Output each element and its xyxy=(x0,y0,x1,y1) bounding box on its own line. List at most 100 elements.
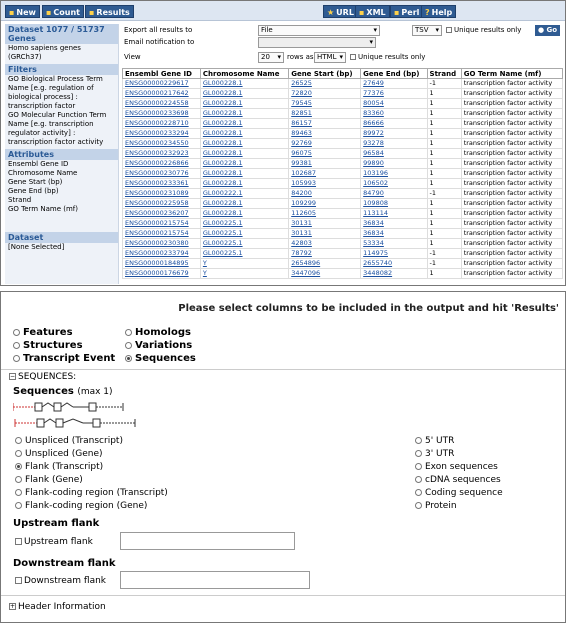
dataset-name[interactable]: Homo sapiens genes (GRCh37) xyxy=(5,44,118,62)
gene-end-cell[interactable]: 36834 xyxy=(360,218,428,229)
gene-start-cell[interactable]: 89463 xyxy=(288,128,362,139)
chromosome-cell[interactable]: GL000228.1 xyxy=(199,78,290,89)
gene-end-cell[interactable]: 114975 xyxy=(360,248,428,259)
perl-button[interactable]: ▪ Perl xyxy=(390,5,424,18)
gene-start-cell[interactable]: 84200 xyxy=(288,188,362,199)
gene-id-cell[interactable]: ENSG00000224558 xyxy=(122,98,201,109)
gene-id-cell[interactable]: ENSG00000231089 xyxy=(122,188,201,199)
gene-end-cell[interactable]: 96584 xyxy=(360,148,428,159)
seq-option-flank-transcript[interactable]: Flank (Transcript) xyxy=(15,462,103,472)
chromosome-cell[interactable]: GL000228.1 xyxy=(199,88,290,99)
gene-start-cell[interactable]: 79545 xyxy=(288,98,362,109)
gene-end-cell[interactable]: 53334 xyxy=(360,238,428,249)
chromosome-cell[interactable]: GL000225.1 xyxy=(199,238,290,249)
unique-results-option-view[interactable]: Unique results only xyxy=(350,53,425,61)
chromosome-cell[interactable]: GL000228.1 xyxy=(199,138,290,149)
gene-end-cell[interactable]: 27649 xyxy=(360,78,428,89)
new-button[interactable]: ▪ New xyxy=(5,5,40,18)
results-button[interactable]: ▪ Results xyxy=(85,5,134,18)
unique-results-checkbox[interactable] xyxy=(446,27,452,33)
view-format-select[interactable]: HTML xyxy=(314,52,346,63)
gene-end-cell[interactable]: 80054 xyxy=(360,98,428,109)
chromosome-cell[interactable]: GL000228.1 xyxy=(199,168,290,179)
seq-option-flank-coding-gene[interactable]: Flank-coding region (Gene) xyxy=(15,501,147,511)
gene-start-cell[interactable]: 30131 xyxy=(288,218,362,229)
gene-start-cell[interactable]: 26525 xyxy=(288,78,362,89)
gene-end-cell[interactable]: 89972 xyxy=(360,128,428,139)
count-button[interactable]: ▪ Count xyxy=(42,5,85,18)
chromosome-cell[interactable]: GL000225.1 xyxy=(199,248,290,259)
chromosome-cell[interactable]: GL000228.1 xyxy=(199,128,290,139)
gene-end-cell[interactable]: 109808 xyxy=(360,198,428,209)
gene-id-cell[interactable]: ENSG00000230776 xyxy=(122,168,201,179)
radio-homologs[interactable] xyxy=(125,328,132,336)
gene-end-cell[interactable]: 77376 xyxy=(360,88,428,99)
gene-end-cell[interactable]: 84790 xyxy=(360,188,428,199)
attribute-item[interactable]: Strand xyxy=(5,196,118,205)
attribute-item[interactable]: Ensembl Gene ID xyxy=(5,160,118,169)
attribute-item[interactable]: Chromosome Name xyxy=(5,169,118,178)
gene-end-cell[interactable]: 106502 xyxy=(360,178,428,189)
chromosome-cell[interactable]: Y xyxy=(199,258,290,269)
gene-start-cell[interactable]: 78792 xyxy=(288,248,362,259)
attributes-header[interactable]: Attributes xyxy=(5,149,118,160)
radio-coding[interactable] xyxy=(415,489,422,496)
radio-unspliced-transcript[interactable] xyxy=(15,437,22,444)
radio-flank-coding-gene[interactable] xyxy=(15,502,22,509)
page-option-variations[interactable]: Variations xyxy=(125,340,192,351)
chromosome-cell[interactable]: GL000228.1 xyxy=(199,98,290,109)
gene-id-cell[interactable]: ENSG00000225958 xyxy=(122,198,201,209)
radio-exon[interactable] xyxy=(415,463,422,470)
gene-id-cell[interactable]: ENSG00000236207 xyxy=(122,208,201,219)
dataset2-value[interactable]: [None Selected] xyxy=(5,243,118,252)
seq-option-exon[interactable]: Exon sequences xyxy=(415,462,498,472)
export-destination-select[interactable]: File xyxy=(258,25,380,36)
gene-id-cell[interactable]: ENSG00000234550 xyxy=(122,138,201,149)
unique-results-checkbox-view[interactable] xyxy=(350,54,356,60)
upstream-flank-option[interactable]: Upstream flank xyxy=(15,537,93,547)
filter-item[interactable]: GO Biological Process Term Name [e.g. re… xyxy=(5,75,118,111)
radio-5utr[interactable] xyxy=(415,437,422,444)
gene-start-cell[interactable]: 42803 xyxy=(288,238,362,249)
gene-end-cell[interactable]: 3448082 xyxy=(360,268,428,279)
seq-option-3utr[interactable]: 3' UTR xyxy=(415,449,454,459)
chromosome-cell[interactable]: GL000228.1 xyxy=(199,158,290,169)
gene-end-cell[interactable]: 2655740 xyxy=(360,258,428,269)
chromosome-cell[interactable]: GL000228.1 xyxy=(199,108,290,119)
seq-option-5utr[interactable]: 5' UTR xyxy=(415,436,454,446)
dataset-header[interactable]: Dataset 1077 / 51737 Genes xyxy=(5,24,118,44)
gene-id-cell[interactable]: ENSG00000229617 xyxy=(122,78,201,89)
chromosome-cell[interactable]: GL000228.1 xyxy=(199,198,290,209)
attribute-item[interactable]: Gene Start (bp) xyxy=(5,178,118,187)
chromosome-cell[interactable]: GL000225.1 xyxy=(199,218,290,229)
chromosome-cell[interactable]: GL000222.1 xyxy=(199,188,290,199)
gene-start-cell[interactable]: 72820 xyxy=(288,88,362,99)
gene-id-cell[interactable]: ENSG00000233698 xyxy=(122,108,201,119)
gene-id-cell[interactable]: ENSG00000233294 xyxy=(122,128,201,139)
gene-start-cell[interactable]: 92769 xyxy=(288,138,362,149)
go-button[interactable]: ● Go xyxy=(535,25,561,36)
sequences-section-toggle[interactable]: − SEQUENCES: xyxy=(9,372,76,382)
radio-transcript-event[interactable] xyxy=(13,354,20,362)
filters-header[interactable]: Filters xyxy=(5,64,118,75)
gene-end-cell[interactable]: 83360 xyxy=(360,108,428,119)
radio-flank-coding-transcript[interactable] xyxy=(15,489,22,496)
chromosome-cell[interactable]: GL000228.1 xyxy=(199,148,290,159)
gene-end-cell[interactable]: 93278 xyxy=(360,138,428,149)
seq-option-flank-gene[interactable]: Flank (Gene) xyxy=(15,475,83,485)
radio-flank-gene[interactable] xyxy=(15,476,22,483)
gene-start-cell[interactable]: 30131 xyxy=(288,228,362,239)
unique-results-option[interactable]: Unique results only xyxy=(446,26,521,34)
gene-id-cell[interactable]: ENSG00000217642 xyxy=(122,88,201,99)
page-option-structures[interactable]: Structures xyxy=(13,340,83,351)
seq-option-cdna[interactable]: cDNA sequences xyxy=(415,475,501,485)
gene-end-cell[interactable]: 103196 xyxy=(360,168,428,179)
radio-structures[interactable] xyxy=(13,341,20,349)
gene-end-cell[interactable]: 113114 xyxy=(360,208,428,219)
gene-start-cell[interactable]: 82851 xyxy=(288,108,362,119)
header-information-toggle[interactable]: + Header Information xyxy=(9,602,106,612)
downstream-flank-checkbox[interactable] xyxy=(15,577,22,584)
email-select[interactable] xyxy=(258,37,376,48)
radio-sequences[interactable] xyxy=(125,354,132,362)
gene-start-cell[interactable]: 99381 xyxy=(288,158,362,169)
